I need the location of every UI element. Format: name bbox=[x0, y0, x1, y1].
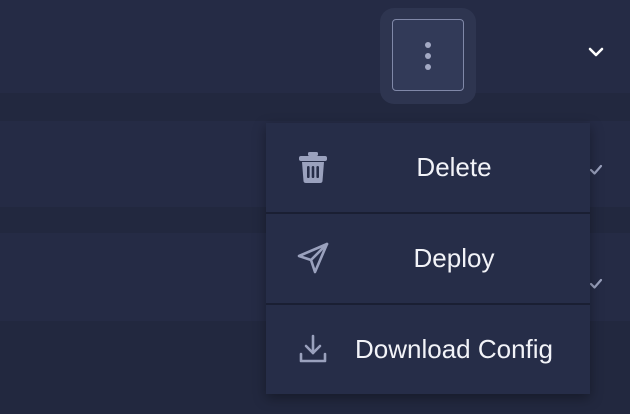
list-row[interactable] bbox=[0, 0, 630, 93]
more-options-button[interactable] bbox=[392, 19, 464, 91]
menu-item-label: Download Config bbox=[354, 334, 553, 364]
menu-item-label: Deploy bbox=[413, 243, 495, 273]
download-icon bbox=[299, 334, 327, 363]
send-icon bbox=[297, 242, 329, 274]
menu-item-deploy[interactable]: Deploy bbox=[266, 214, 590, 303]
trash-icon bbox=[299, 152, 327, 183]
menu-item-delete[interactable]: Delete bbox=[266, 123, 590, 212]
context-menu: Delete Deploy Download Config bbox=[266, 123, 590, 394]
menu-item-label: Delete bbox=[416, 152, 492, 182]
chevron-down-icon[interactable] bbox=[588, 46, 604, 58]
menu-item-download-config[interactable]: Download Config bbox=[266, 305, 590, 394]
check-icon bbox=[589, 278, 603, 289]
check-icon bbox=[589, 164, 603, 175]
more-options-focus-ring bbox=[380, 8, 476, 104]
